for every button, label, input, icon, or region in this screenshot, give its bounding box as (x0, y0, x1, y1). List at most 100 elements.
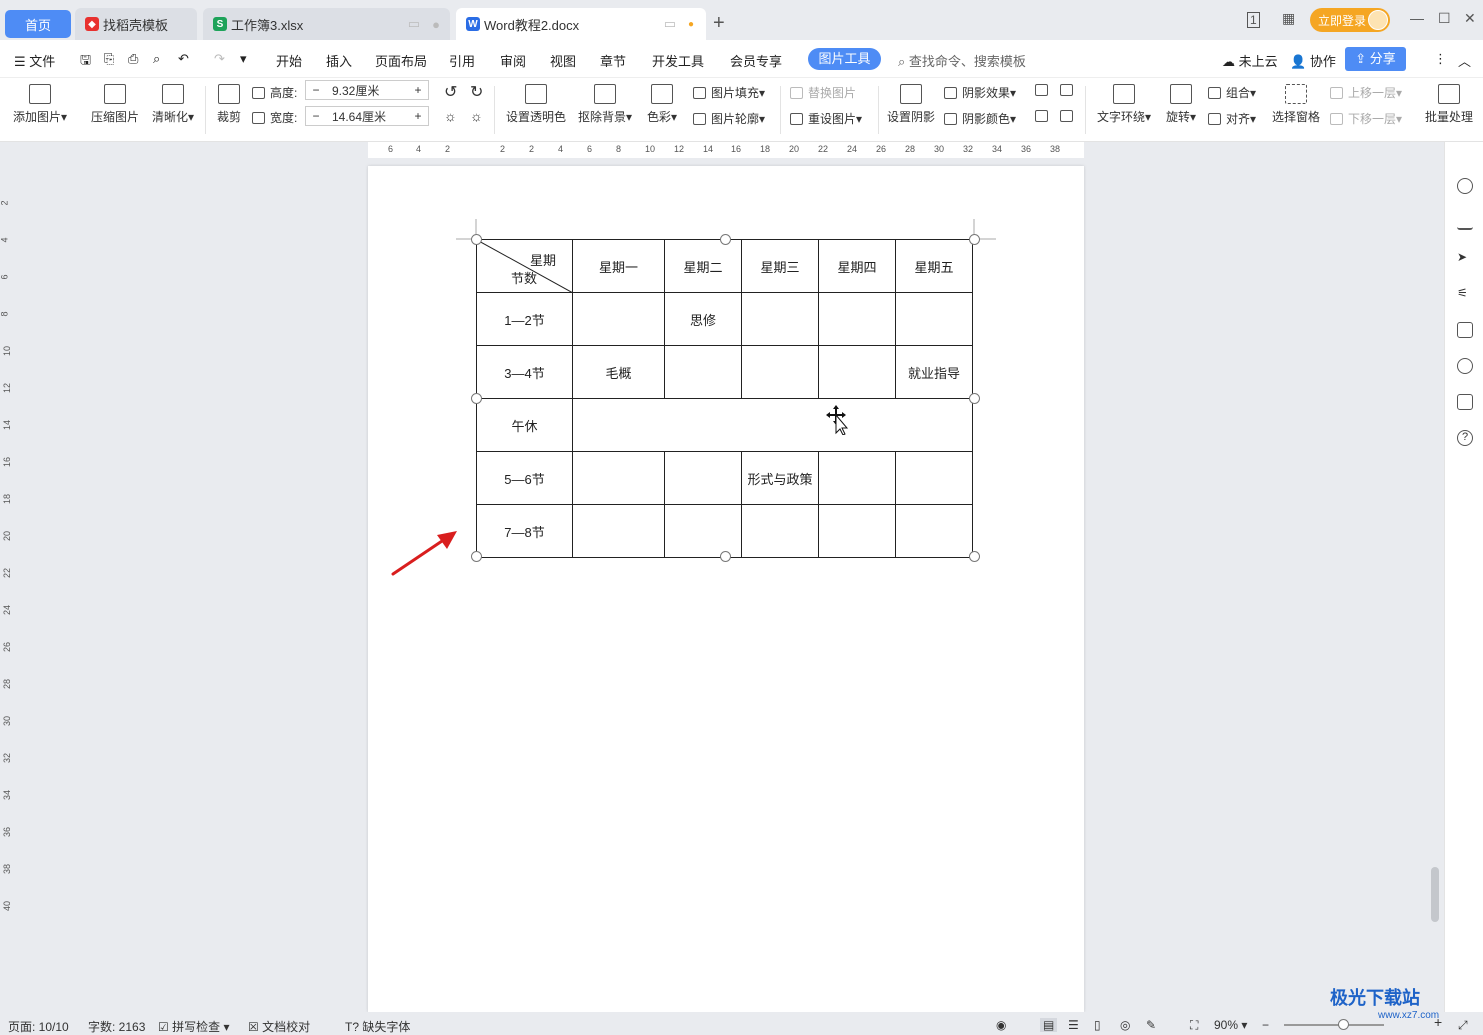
fullscreen-icon[interactable]: ⤢ (1458, 1018, 1468, 1033)
pen-icon[interactable] (1457, 214, 1473, 230)
shadow-up-icon[interactable] (1035, 84, 1053, 96)
menu-developer[interactable]: 开发工具 (652, 51, 704, 70)
clarity-button[interactable]: 清晰化▾ (148, 84, 198, 125)
menu-view[interactable]: 视图 (550, 51, 576, 70)
color-button[interactable]: 色彩▾ (644, 84, 680, 125)
book-search-icon[interactable] (1457, 394, 1473, 410)
rotate-button[interactable]: 旋转▾ (1162, 84, 1200, 125)
collab-button[interactable]: 👤 协作 (1290, 51, 1336, 70)
image-edit-icon[interactable] (1457, 322, 1473, 338)
brightness-down-icon[interactable]: ☼ (470, 108, 483, 124)
pointer-icon[interactable]: ➤ (1457, 250, 1473, 266)
customize-icon[interactable]: ▾ (240, 51, 247, 67)
reset-picture-button[interactable]: 重设图片 ▾ (790, 110, 862, 127)
minus-icon[interactable]: − (306, 109, 326, 123)
zoom-level[interactable]: 90% ▾ (1214, 1018, 1247, 1032)
tab-word-doc[interactable]: W Word教程2.docx ▭ ● (456, 8, 706, 40)
shadow-down-icon[interactable] (1060, 84, 1078, 96)
effect-icon[interactable] (1457, 358, 1473, 374)
resize-handle-sw[interactable] (471, 551, 482, 562)
file-menu[interactable]: ☰ 文件 (14, 51, 55, 70)
resize-handle-s[interactable] (720, 551, 731, 562)
undo-icon[interactable]: ↶ (178, 51, 189, 67)
search-box[interactable]: ⌕ 查找命令、搜索模板 (898, 51, 1026, 70)
add-picture-button[interactable]: 添加图片▾ (10, 84, 70, 125)
remove-background-button[interactable]: 抠除背景▾ (575, 84, 635, 125)
collapse-ribbon-icon[interactable]: ︿ (1458, 51, 1471, 70)
missing-font-button[interactable]: T? 缺失字体 (345, 1018, 410, 1035)
shadow-color-button[interactable]: 阴影颜色 ▾ (944, 110, 1016, 127)
adjust-icon[interactable]: ⚟ (1457, 286, 1473, 302)
zoom-slider-knob[interactable] (1338, 1019, 1349, 1030)
tab-docer-templates[interactable]: ◆ 找稻壳模板 (75, 8, 197, 40)
width-input[interactable]: −14.64厘米 + (305, 106, 429, 126)
horizontal-ruler[interactable]: 6 4 2 2 2 4 6 8 10 12 14 16 18 20 22 24 26 28 30 32 34 36 38 (368, 142, 1084, 158)
share-button[interactable]: ⇪ 分享 (1345, 47, 1406, 71)
align-button[interactable]: 对齐 ▾ (1208, 110, 1256, 127)
tab-home[interactable]: 首页 (5, 10, 71, 38)
more-icon[interactable]: ⋮ (1434, 51, 1447, 67)
resize-handle-se[interactable] (969, 551, 980, 562)
shadow-effect-button[interactable]: 阴影效果 ▾ (944, 84, 1016, 101)
tab-workbook[interactable]: S 工作簿3.xlsx ▭ ● (203, 8, 450, 40)
rocket-icon[interactable] (1457, 178, 1473, 194)
redo-icon[interactable]: ↷ (214, 51, 225, 67)
fit-page-icon[interactable]: ⛶ (1190, 1018, 1198, 1033)
menu-member[interactable]: 会员专享 (730, 51, 782, 70)
print-icon[interactable]: ⎙ (128, 51, 138, 67)
brightness-up-icon[interactable]: ☼ (444, 108, 457, 124)
save-icon[interactable]: 🖫 (80, 51, 91, 73)
rotate-right-icon[interactable]: ↻ (470, 82, 483, 102)
help-icon[interactable]: ? (1457, 430, 1473, 446)
zoom-out-icon[interactable]: − (1262, 1018, 1269, 1032)
picture-fill-button[interactable]: 图片填充 ▾ (693, 84, 765, 101)
schedule-table[interactable]: 星期 节数 星期一 星期二 星期三 星期四 星期五 1—2节 思修 3—4节 毛… (476, 239, 973, 558)
crop-button[interactable]: 裁剪 (212, 84, 246, 125)
menu-review[interactable]: 审阅 (500, 51, 526, 70)
layout-icon[interactable]: 1 (1247, 12, 1260, 28)
shadow-left-icon[interactable] (1035, 110, 1053, 122)
resize-handle-nw[interactable] (471, 234, 482, 245)
scroll-thumb[interactable] (1431, 867, 1439, 922)
menu-insert[interactable]: 插入 (326, 51, 352, 70)
zoom-slider[interactable] (1284, 1024, 1384, 1026)
vertical-ruler[interactable]: 2 4 6 8 10 12 14 16 18 20 22 24 26 28 30 32 34 36 38 40 (0, 142, 16, 1012)
minimize-icon[interactable]: — (1410, 10, 1424, 26)
selection-pane-button[interactable]: 选择窗格 (1270, 84, 1322, 125)
shadow-right-icon[interactable] (1060, 110, 1078, 122)
set-shadow-button[interactable]: 设置阴影 (885, 84, 937, 125)
spell-check-button[interactable]: ☑ 拼写检查 ▾ (158, 1018, 229, 1035)
menu-start[interactable]: 开始 (276, 51, 302, 70)
preview-icon[interactable]: ⌕ (153, 51, 160, 67)
resize-handle-n[interactable] (720, 234, 731, 245)
outline-view-icon[interactable]: ☰ (1068, 1018, 1079, 1032)
menu-reference[interactable]: 引用 (449, 51, 475, 70)
set-transparent-button[interactable]: 设置透明色 (504, 84, 568, 125)
resize-handle-e[interactable] (969, 393, 980, 404)
compress-picture-button[interactable]: 压缩图片 (88, 84, 142, 125)
page-indicator[interactable]: 页面: 10/10 (8, 1018, 69, 1035)
resize-handle-ne[interactable] (969, 234, 980, 245)
menu-layout[interactable]: 页面布局 (375, 51, 427, 70)
resize-handle-w[interactable] (471, 393, 482, 404)
group-button[interactable]: 组合 ▾ (1208, 84, 1256, 101)
add-tab-icon[interactable]: + (713, 12, 725, 35)
plus-icon[interactable]: + (408, 83, 428, 97)
menu-chapter[interactable]: 章节 (600, 51, 626, 70)
word-count[interactable]: 字数: 2163 (88, 1018, 145, 1035)
menu-picture-tools[interactable]: 图片工具 (808, 48, 881, 70)
replace-picture-button[interactable]: 替换图片 (790, 84, 856, 101)
proofread-button[interactable]: ☒ 文档校对 (248, 1018, 310, 1035)
vertical-scrollbar[interactable] (1428, 142, 1442, 1012)
pen-mode-icon[interactable]: ✎ (1146, 1018, 1156, 1032)
page-view-icon[interactable]: ▤ (1040, 1018, 1058, 1032)
send-backward-button[interactable]: 下移一层 ▾ (1330, 110, 1402, 127)
maximize-icon[interactable]: ☐ (1438, 10, 1451, 27)
rotate-left-icon[interactable]: ↺ (444, 82, 457, 102)
close-icon[interactable]: ✕ (1464, 10, 1476, 27)
read-view-icon[interactable]: ▯ (1094, 1018, 1101, 1032)
height-input[interactable]: −9.32厘米 + (305, 80, 429, 100)
text-wrap-button[interactable]: 文字环绕▾ (1094, 84, 1154, 125)
web-view-icon[interactable]: ◎ (1120, 1018, 1130, 1032)
cloud-status[interactable]: ☁ 未上云 (1222, 51, 1278, 70)
